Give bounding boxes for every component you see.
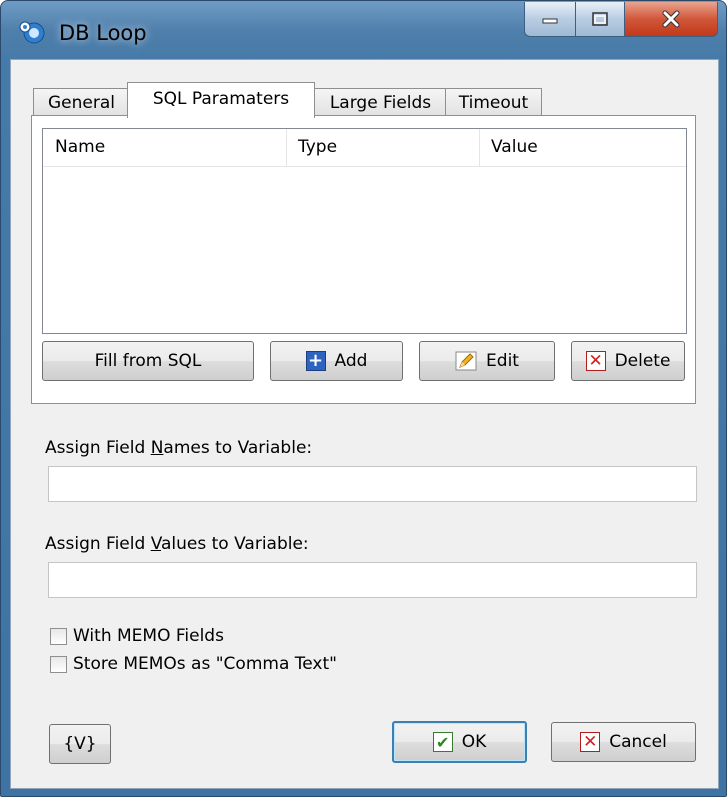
- assign-names-input[interactable]: [48, 466, 697, 502]
- delete-label: Delete: [614, 351, 671, 371]
- minimize-icon: [542, 18, 558, 24]
- store-memos-comma-text-checkbox[interactable]: Store MEMOs as "Comma Text": [50, 654, 337, 674]
- tab-large-fields[interactable]: Large Fields: [313, 88, 448, 117]
- dialog-window: DB Loop General SQL Paramaters Large Fie…: [0, 0, 727, 797]
- title-bar[interactable]: DB Loop: [1, 1, 726, 59]
- variables-label: {V}: [63, 734, 97, 754]
- delete-button[interactable]: ✕ Delete: [571, 341, 685, 381]
- column-header-name[interactable]: Name: [43, 129, 286, 166]
- delete-icon: ✕: [585, 351, 606, 371]
- fill-from-sql-button[interactable]: Fill from SQL: [42, 341, 254, 381]
- checkbox-box[interactable]: [50, 627, 67, 645]
- check-icon: ✔: [432, 732, 453, 752]
- add-button[interactable]: + Add: [270, 341, 403, 381]
- list-header: Name Type Value: [43, 129, 686, 167]
- pencil-icon: [455, 351, 477, 371]
- fill-from-sql-label: Fill from SQL: [94, 351, 202, 371]
- maximize-button[interactable]: [576, 2, 625, 37]
- column-header-value[interactable]: Value: [479, 129, 686, 166]
- cancel-icon: ✕: [580, 732, 601, 752]
- close-icon: [662, 10, 680, 28]
- tab-general[interactable]: General: [33, 88, 130, 117]
- variables-button[interactable]: {V}: [49, 724, 111, 764]
- checkbox-box[interactable]: [50, 655, 67, 673]
- ok-label: OK: [461, 732, 487, 752]
- cancel-button[interactable]: ✕ Cancel: [551, 722, 696, 762]
- assign-values-input[interactable]: [48, 562, 697, 598]
- add-label: Add: [334, 351, 368, 371]
- plus-icon: +: [305, 351, 326, 371]
- store-memos-label: Store MEMOs as "Comma Text": [73, 654, 337, 674]
- cancel-label: Cancel: [609, 732, 667, 752]
- with-memo-fields-checkbox[interactable]: With MEMO Fields: [50, 626, 224, 646]
- db-loop-icon: [19, 21, 45, 44]
- tab-sql-paramaters[interactable]: SQL Paramaters: [127, 82, 315, 118]
- assign-values-label: Assign Field Values to Variable:: [45, 534, 309, 554]
- edit-button[interactable]: Edit: [419, 341, 555, 381]
- maximize-icon: [592, 12, 608, 26]
- window-title: DB Loop: [59, 21, 147, 45]
- ok-button[interactable]: ✔ OK: [392, 721, 527, 763]
- column-header-type[interactable]: Type: [286, 129, 479, 166]
- close-button[interactable]: [625, 2, 718, 37]
- with-memo-fields-label: With MEMO Fields: [73, 626, 224, 646]
- dialog-body: General SQL Paramaters Large Fields Time…: [10, 59, 719, 789]
- assign-names-label: Assign Field Names to Variable:: [45, 438, 313, 458]
- parameters-list[interactable]: Name Type Value: [42, 128, 687, 334]
- tab-panel-sql-paramaters: Name Type Value Fill from SQL + Add Edit: [31, 115, 696, 404]
- edit-label: Edit: [486, 351, 519, 371]
- minimize-button[interactable]: [524, 2, 576, 37]
- tab-timeout[interactable]: Timeout: [445, 88, 542, 117]
